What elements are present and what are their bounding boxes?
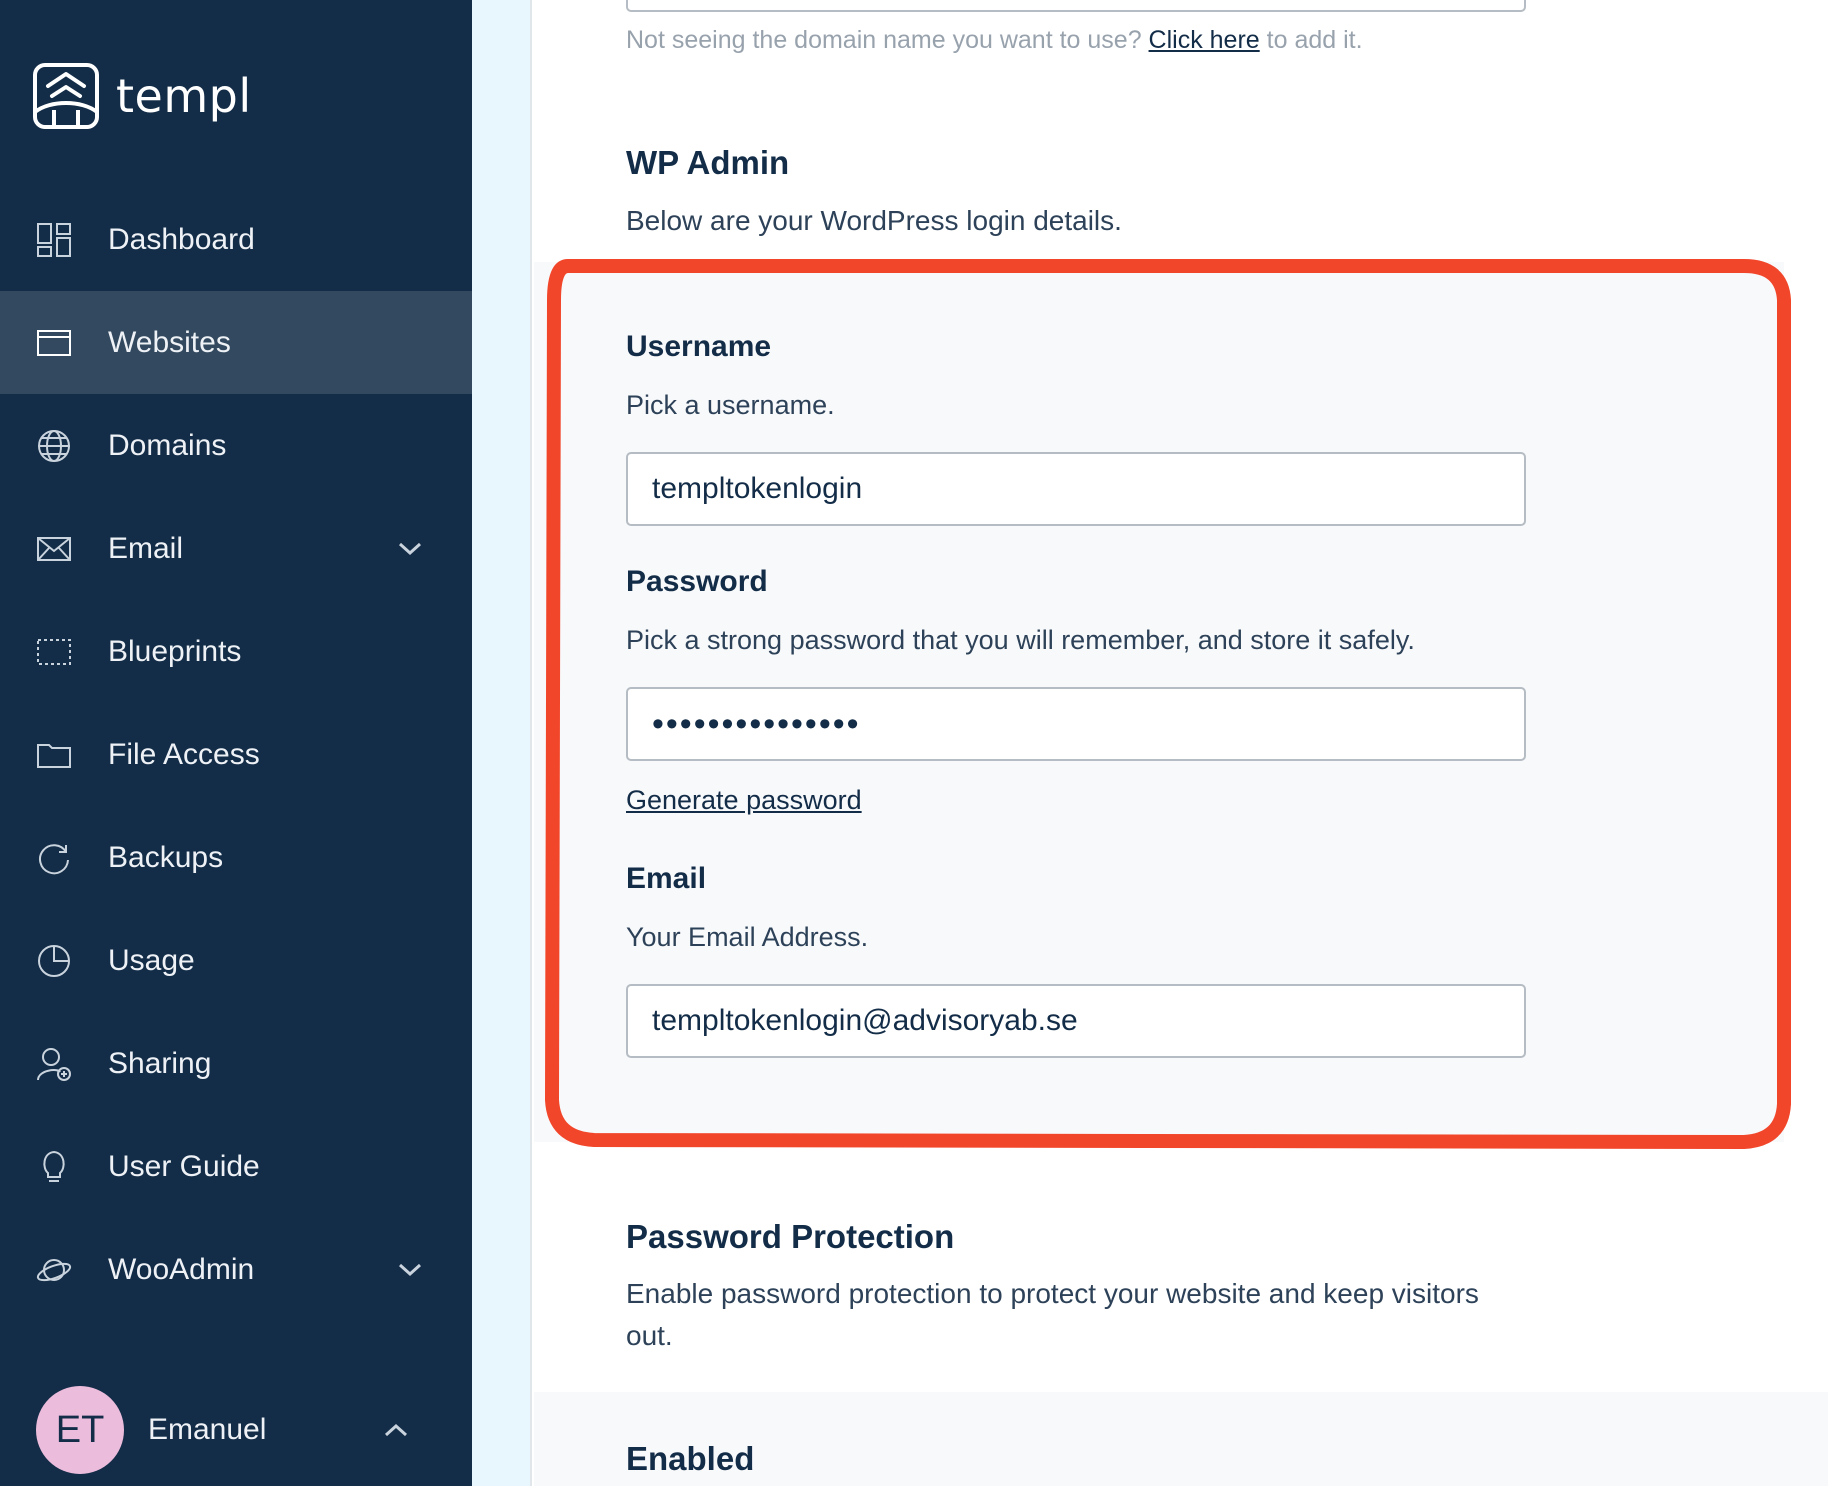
sidebar-item-wooadmin[interactable]: WooAdmin (0, 1218, 472, 1321)
sidebar-item-email[interactable]: Email (0, 497, 472, 600)
user-name: Emanuel (148, 1413, 267, 1446)
sidebar-item-label: Email (108, 531, 184, 565)
lightbulb-icon (43, 1150, 65, 1182)
email-label: Email (626, 862, 707, 895)
username-description: Pick a username. (626, 390, 835, 420)
password-description: Pick a strong password that you will rem… (626, 625, 1415, 655)
sidebar-item-label: Backups (108, 840, 224, 874)
wp-admin-title: WP Admin (626, 144, 790, 181)
sidebar-item-label: User Guide (108, 1149, 260, 1183)
chevron-up-icon[interactable] (384, 1423, 408, 1437)
email-input[interactable] (626, 984, 1526, 1058)
sidebar-item-label: File Access (108, 737, 260, 771)
domain-hint: Not seeing the domain name you want to u… (626, 26, 1363, 55)
sidebar-item-label: Sharing (108, 1046, 212, 1080)
sidebar-item-label: WooAdmin (108, 1252, 255, 1286)
password-input[interactable]: ••••••••••••••• (626, 687, 1526, 761)
sidebar-item-backups[interactable]: Backups (0, 806, 472, 909)
blueprint-icon (37, 638, 71, 665)
password-protection-description: Enable password protection to protect yo… (626, 1278, 1479, 1309)
envelope-icon (37, 536, 71, 561)
sidebar-item-domains[interactable]: Domains (0, 394, 472, 497)
domain-hint-text: Not seeing the domain name you want to u… (626, 26, 1149, 54)
planet-icon (36, 1258, 72, 1281)
brand-logo[interactable]: templ (32, 60, 252, 132)
main-content: Not seeing the domain name you want to u… (534, 0, 1828, 1486)
avatar[interactable]: ET (36, 1386, 124, 1474)
sidebar-item-user-guide[interactable]: User Guide (0, 1115, 472, 1218)
browser-window-icon (37, 329, 71, 356)
domain-hint-text-end: to add it. (1259, 26, 1363, 54)
password-protection-description-end: out. (626, 1320, 673, 1351)
templ-logo-icon (33, 63, 99, 129)
sidebar-item-label: Usage (108, 943, 195, 977)
sidebar-item-usage[interactable]: Usage (0, 909, 472, 1012)
sidebar-item-sharing[interactable]: Sharing (0, 1012, 472, 1115)
pie-chart-icon (38, 944, 70, 977)
password-protection-title: Password Protection (626, 1218, 955, 1255)
brand-name: templ (116, 69, 252, 123)
dashboard-icon (37, 222, 71, 257)
generate-password-link[interactable]: Generate password (626, 785, 862, 816)
sidebar-item-label: Websites (108, 325, 231, 359)
add-domain-link[interactable]: Click here (1149, 26, 1260, 54)
email-description: Your Email Address. (626, 922, 869, 952)
sidebar-nav: Dashboard Websites Domains Email Bluepri… (0, 188, 472, 1321)
sidebar-item-label: Dashboard (108, 222, 255, 256)
sidebar-item-blueprints[interactable]: Blueprints (0, 600, 472, 703)
username-input[interactable] (626, 452, 1526, 526)
chevron-down-icon[interactable] (398, 1263, 422, 1277)
sidebar-item-label: Domains (108, 428, 227, 462)
sidebar-item-dashboard[interactable]: Dashboard (0, 188, 472, 291)
sidebar-item-websites[interactable]: Websites (0, 291, 472, 394)
password-label: Password (626, 565, 768, 598)
refresh-icon (39, 843, 69, 874)
user-menu[interactable]: ET Emanuel (36, 1386, 436, 1474)
sidebar: templ Dashboard Websites Domains Email B… (0, 0, 472, 1486)
globe-icon (38, 429, 70, 462)
username-label: Username (626, 330, 772, 363)
sidebar-item-file-access[interactable]: File Access (0, 703, 472, 806)
domain-select[interactable] (626, 0, 1526, 12)
sidebar-item-label: Blueprints (108, 634, 242, 668)
folder-icon (37, 743, 71, 768)
wp-admin-description: Below are your WordPress login details. (626, 205, 1122, 236)
user-add-icon (37, 1047, 71, 1081)
chevron-down-icon[interactable] (398, 542, 422, 556)
enabled-title: Enabled (626, 1440, 755, 1477)
content-gutter (472, 0, 532, 1486)
